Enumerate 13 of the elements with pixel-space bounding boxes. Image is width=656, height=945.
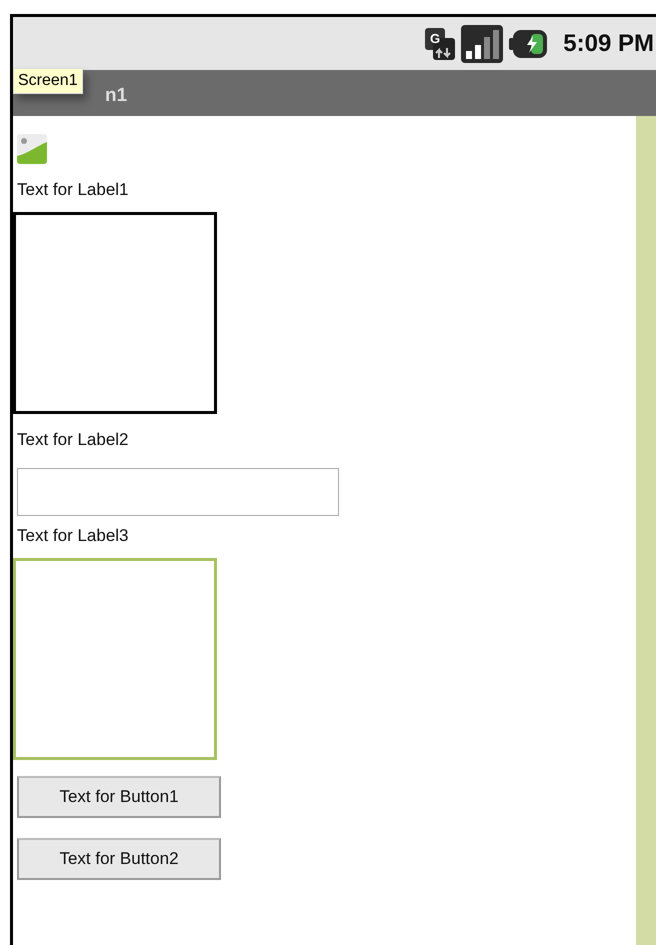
signal-icon (461, 24, 504, 62)
battery-icon (509, 30, 548, 58)
image-icon (17, 134, 47, 164)
canvas[interactable] (13, 212, 217, 414)
text-box[interactable] (17, 468, 339, 516)
label: Text for Label2 (17, 430, 129, 450)
button[interactable]: Text for Button1 (17, 776, 221, 818)
tooltip: Screen1 (13, 68, 83, 94)
button[interactable]: Text for Button2 (17, 838, 221, 880)
screen-title: n1 (104, 85, 128, 107)
label: Text for Label3 (17, 526, 129, 546)
status-time: 5:09 PM (563, 30, 654, 58)
label: Text for Label1 (17, 180, 129, 200)
